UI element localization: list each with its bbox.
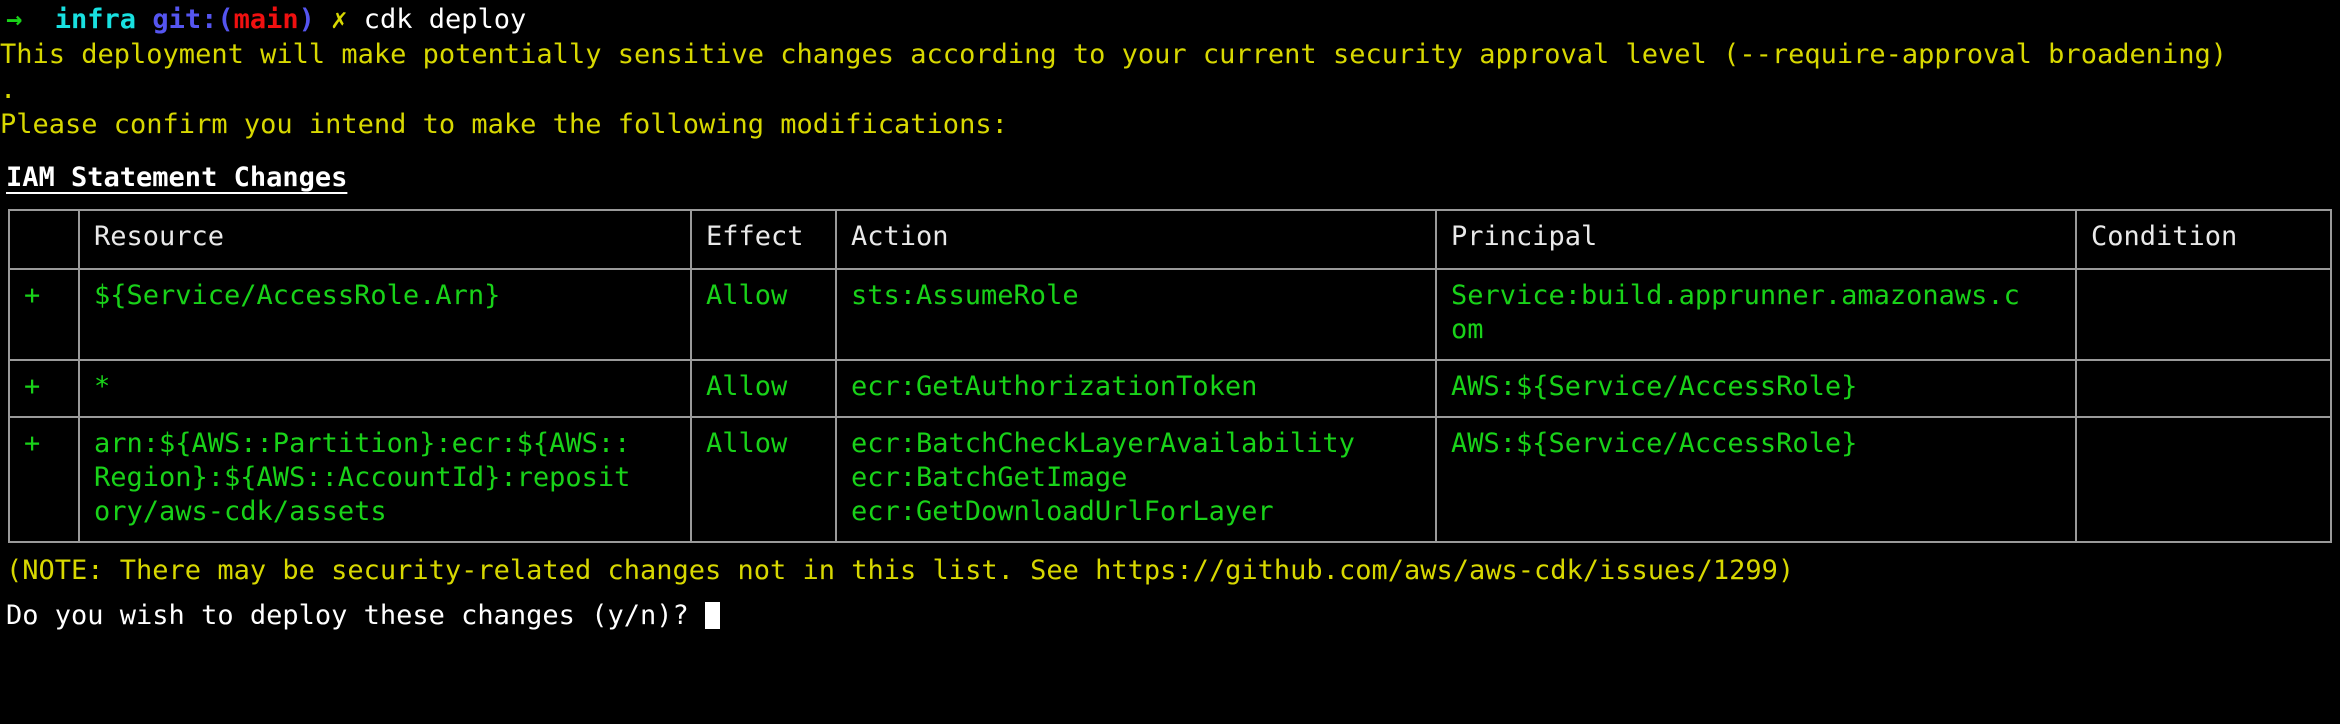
- column-header-condition: Condition: [2075, 209, 2332, 270]
- prompt-gap2: [136, 4, 152, 35]
- spacer-before-confirm: [0, 588, 2340, 598]
- row-action: sts:AssumeRole: [835, 268, 1437, 361]
- security-note: (NOTE: There may be security-related cha…: [6, 555, 1795, 586]
- row-condition: [2075, 359, 2332, 418]
- spacer-after-table: [0, 543, 2340, 553]
- row-condition: [2075, 416, 2332, 543]
- table-row: + ${Service/AccessRole.Arn} Allow sts:As…: [8, 268, 2332, 361]
- row-principal: Service:build.apprunner.amazonaws.c om: [1435, 268, 2077, 361]
- row-principal-lines: AWS:${Service/AccessRole}: [1451, 371, 1858, 402]
- confirm-question-text: Do you wish to deploy these changes (y/n…: [6, 600, 705, 631]
- row-effect: Allow: [690, 416, 837, 543]
- prompt-gap3: [315, 4, 331, 35]
- row-resource-lines: *: [94, 371, 111, 402]
- column-header-change-mark: [8, 209, 80, 270]
- column-header-action: Action: [835, 209, 1437, 270]
- text-cursor[interactable]: [704, 602, 720, 629]
- prompt-git-branch: main: [233, 4, 299, 35]
- row-condition: [2075, 268, 2332, 361]
- column-header-principal: Principal: [1435, 209, 2077, 270]
- row-principal-lines: Service:build.apprunner.amazonaws.c om: [1451, 280, 2020, 345]
- prompt-gap4: [347, 4, 363, 35]
- row-resource-lines: ${Service/AccessRole.Arn}: [94, 280, 501, 311]
- row-change-mark: +: [8, 359, 80, 418]
- row-effect: Allow: [690, 359, 837, 418]
- table-header-row: Resource Effect Action Principal Conditi…: [8, 209, 2332, 270]
- prompt-command: cdk deploy: [363, 4, 527, 35]
- table-row: + arn:${AWS::Partition}:ecr:${AWS:: Regio…: [8, 416, 2332, 543]
- row-principal-lines: AWS:${Service/AccessRole}: [1451, 428, 1858, 459]
- table-row: + * Allow ecr:GetAuthorizationToken AWS:…: [8, 359, 2332, 418]
- prompt-arrow-icon: →: [6, 4, 23, 35]
- row-action-lines: ecr:BatchCheckLayerAvailability ecr:Batch…: [851, 428, 1355, 527]
- prompt-git-prefix: git:(: [152, 4, 234, 35]
- warning-line-2: .: [0, 74, 17, 105]
- shell-prompt-line: → infra git:(main) ✗ cdk deploy: [0, 2, 2340, 37]
- row-change-mark: +: [8, 416, 80, 543]
- iam-statement-changes-table: Resource Effect Action Principal Conditi…: [8, 209, 2332, 543]
- row-principal: AWS:${Service/AccessRole}: [1435, 416, 2077, 543]
- confirm-prompt-line: Do you wish to deploy these changes (y/n…: [6, 598, 2340, 633]
- warning-line-3: Please confirm you intend to make the fo…: [0, 109, 1008, 140]
- spacer-before-section: [0, 142, 2340, 160]
- row-resource: *: [78, 359, 692, 418]
- row-resource: arn:${AWS::Partition}:ecr:${AWS:: Region}…: [78, 416, 692, 543]
- column-header-effect: Effect: [690, 209, 837, 270]
- row-action: ecr:GetAuthorizationToken: [835, 359, 1437, 418]
- row-action-lines: sts:AssumeRole: [851, 280, 1079, 311]
- row-resource-lines: arn:${AWS::Partition}:ecr:${AWS:: Region}…: [94, 428, 631, 527]
- prompt-directory: infra: [54, 4, 137, 35]
- warning-line-1: This deployment will make potentially se…: [0, 39, 2227, 70]
- spacer-before-table: [0, 195, 2340, 205]
- prompt-git-suffix: ): [298, 4, 315, 35]
- row-action-lines: ecr:GetAuthorizationToken: [851, 371, 1258, 402]
- row-effect: Allow: [690, 268, 837, 361]
- prompt-gap1: [22, 4, 55, 35]
- row-change-mark: +: [8, 268, 80, 361]
- terminal-window: → infra git:(main) ✗ cdk deploy This dep…: [0, 0, 2340, 633]
- row-resource: ${Service/AccessRole.Arn}: [78, 268, 692, 361]
- section-heading-row: IAM Statement Changes: [0, 160, 2340, 195]
- column-header-resource: Resource: [78, 209, 692, 270]
- iam-statement-changes-title: IAM Statement Changes: [6, 162, 348, 193]
- row-action: ecr:BatchCheckLayerAvailability ecr:Batch…: [835, 416, 1437, 543]
- row-principal: AWS:${Service/AccessRole}: [1435, 359, 2077, 418]
- prompt-status-mark-icon: ✗: [331, 4, 348, 35]
